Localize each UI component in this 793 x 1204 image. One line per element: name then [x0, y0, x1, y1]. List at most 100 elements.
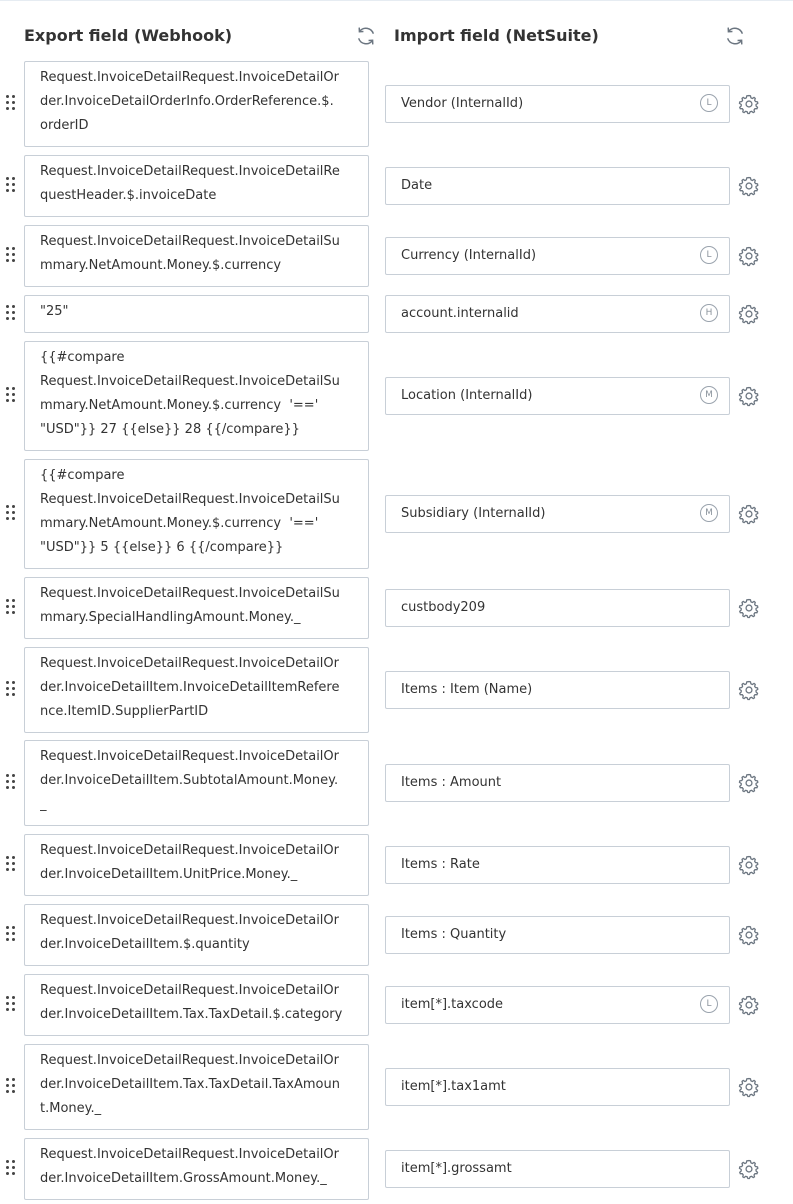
- export-field-line: der.InvoiceDetailItem.Tax.TaxDetail.TaxA…: [40, 1077, 340, 1092]
- import-field-input[interactable]: Items : Item (Name): [385, 671, 730, 709]
- export-field-line: Request.InvoiceDetailRequest.InvoiceDeta…: [40, 983, 339, 998]
- drag-handle-icon[interactable]: [6, 387, 18, 405]
- export-field-input[interactable]: {{#compare Request.InvoiceDetailRequest.I…: [24, 341, 369, 451]
- drag-handle-icon[interactable]: [6, 926, 18, 944]
- export-field-line: questHeader.$.invoiceDate: [40, 188, 217, 203]
- mapping-type-badge: M: [700, 386, 718, 404]
- drag-handle-icon[interactable]: [6, 247, 18, 265]
- import-field-value: Currency (InternalId): [401, 248, 537, 263]
- import-field-value: Items : Amount: [401, 775, 502, 790]
- export-field-input[interactable]: {{#compare Request.InvoiceDetailRequest.I…: [24, 459, 369, 569]
- export-field-line: Request.InvoiceDetailRequest.InvoiceDeta…: [40, 374, 340, 389]
- drag-handle-icon[interactable]: [6, 774, 18, 792]
- gear-icon[interactable]: [738, 1158, 760, 1180]
- export-field-input[interactable]: Request.InvoiceDetailRequest.InvoiceDeta…: [24, 904, 369, 966]
- gear-icon[interactable]: [738, 994, 760, 1016]
- export-field-header: Export field (Webhook): [24, 26, 233, 45]
- export-field-line: nce.ItemID.SupplierPartID: [40, 704, 209, 719]
- export-field-line: Request.InvoiceDetailRequest.InvoiceDeta…: [40, 843, 339, 858]
- import-field-input[interactable]: Vendor (InternalId) L: [385, 85, 730, 123]
- drag-handle-icon[interactable]: [6, 996, 18, 1014]
- top-divider: [0, 0, 793, 1]
- import-field-value: Date: [401, 178, 433, 193]
- gear-icon[interactable]: [738, 924, 760, 946]
- export-field-input[interactable]: Request.InvoiceDetailRequest.InvoiceDeta…: [24, 974, 369, 1036]
- import-field-value: Vendor (InternalId): [401, 96, 524, 111]
- export-field-line: Request.InvoiceDetailRequest.InvoiceDeta…: [40, 70, 339, 85]
- export-field-input[interactable]: Request.InvoiceDetailRequest.InvoiceDeta…: [24, 577, 369, 639]
- gear-icon[interactable]: [738, 597, 760, 619]
- drag-handle-icon[interactable]: [6, 305, 18, 323]
- export-field-input[interactable]: "25": [24, 295, 369, 333]
- import-field-input[interactable]: Items : Amount: [385, 764, 730, 802]
- export-field-line: Request.InvoiceDetailRequest.InvoiceDeta…: [40, 1147, 339, 1162]
- export-field-line: mmary.SpecialHandlingAmount.Money._: [40, 610, 301, 625]
- gear-icon[interactable]: [738, 772, 760, 794]
- gear-icon[interactable]: [738, 175, 760, 197]
- mapping-type-badge: H: [700, 304, 718, 322]
- export-field-input[interactable]: Request.InvoiceDetailRequest.InvoiceDeta…: [24, 1044, 369, 1130]
- export-field-line: der.InvoiceDetailOrderInfo.OrderReferenc…: [40, 94, 334, 109]
- export-field-line: der.InvoiceDetailItem.$.quantity: [40, 937, 250, 952]
- export-refresh-icon[interactable]: [355, 25, 377, 47]
- import-field-input[interactable]: item[*].taxcode L: [385, 986, 730, 1024]
- mapping-type-badge: L: [700, 94, 718, 112]
- export-field-line: mmary.NetAmount.Money.$.currency '==': [40, 398, 319, 413]
- drag-handle-icon[interactable]: [6, 1078, 18, 1096]
- import-field-value: Location (InternalId): [401, 388, 533, 403]
- drag-handle-icon[interactable]: [6, 681, 18, 699]
- export-field-line: t.Money._: [40, 1101, 102, 1116]
- export-field-line: Request.InvoiceDetailRequest.InvoiceDeta…: [40, 586, 340, 601]
- gear-icon[interactable]: [738, 1076, 760, 1098]
- import-field-input[interactable]: item[*].tax1amt: [385, 1068, 730, 1106]
- import-field-header: Import field (NetSuite): [394, 26, 599, 45]
- export-field-line: mmary.NetAmount.Money.$.currency: [40, 258, 282, 273]
- import-field-input[interactable]: account.internalid H: [385, 295, 730, 333]
- export-field-line: "USD"}} 5 {{else}} 6 {{/compare}}: [40, 540, 284, 555]
- import-field-input[interactable]: Currency (InternalId) L: [385, 237, 730, 275]
- export-field-input[interactable]: Request.InvoiceDetailRequest.InvoiceDeta…: [24, 647, 369, 733]
- import-field-input[interactable]: Items : Quantity: [385, 916, 730, 954]
- import-field-value: Subsidiary (InternalId): [401, 506, 546, 521]
- gear-icon[interactable]: [738, 854, 760, 876]
- drag-handle-icon[interactable]: [6, 1160, 18, 1178]
- import-refresh-icon[interactable]: [724, 25, 746, 47]
- gear-icon[interactable]: [738, 503, 760, 525]
- import-field-input[interactable]: Subsidiary (InternalId) M: [385, 495, 730, 533]
- export-field-line: Request.InvoiceDetailRequest.InvoiceDeta…: [40, 492, 340, 507]
- import-field-input[interactable]: Items : Rate: [385, 846, 730, 884]
- export-field-line: {{#compare: [40, 468, 125, 483]
- import-field-input[interactable]: Date: [385, 167, 730, 205]
- gear-icon[interactable]: [738, 385, 760, 407]
- drag-handle-icon[interactable]: [6, 177, 18, 195]
- export-field-input[interactable]: Request.InvoiceDetailRequest.InvoiceDeta…: [24, 740, 369, 826]
- export-field-line: orderID: [40, 118, 89, 133]
- mapping-type-badge: L: [700, 246, 718, 264]
- export-field-line: Request.InvoiceDetailRequest.InvoiceDeta…: [40, 1053, 339, 1068]
- export-field-line: der.InvoiceDetailItem.InvoiceDetailItemR…: [40, 680, 340, 695]
- import-field-value: item[*].taxcode: [401, 997, 504, 1012]
- import-field-input[interactable]: Location (InternalId) M: [385, 377, 730, 415]
- drag-handle-icon[interactable]: [6, 95, 18, 113]
- import-field-value: Items : Quantity: [401, 927, 507, 942]
- gear-icon[interactable]: [738, 245, 760, 267]
- import-field-value: Items : Item (Name): [401, 682, 533, 697]
- drag-handle-icon[interactable]: [6, 599, 18, 617]
- export-field-input[interactable]: Request.InvoiceDetailRequest.InvoiceDeta…: [24, 225, 369, 287]
- mapping-type-badge: L: [700, 995, 718, 1013]
- gear-icon[interactable]: [738, 93, 760, 115]
- drag-handle-icon[interactable]: [6, 856, 18, 874]
- import-field-input[interactable]: item[*].grossamt: [385, 1150, 730, 1188]
- export-field-input[interactable]: Request.InvoiceDetailRequest.InvoiceDeta…: [24, 61, 369, 147]
- import-field-input[interactable]: custbody209: [385, 589, 730, 627]
- drag-handle-icon[interactable]: [6, 505, 18, 523]
- gear-icon[interactable]: [738, 303, 760, 325]
- export-field-line: Request.InvoiceDetailRequest.InvoiceDeta…: [40, 656, 339, 671]
- gear-icon[interactable]: [738, 679, 760, 701]
- export-field-input[interactable]: Request.InvoiceDetailRequest.InvoiceDeta…: [24, 155, 369, 217]
- export-field-input[interactable]: Request.InvoiceDetailRequest.InvoiceDeta…: [24, 834, 369, 896]
- import-field-value: item[*].grossamt: [401, 1161, 512, 1176]
- import-field-value: Items : Rate: [401, 857, 480, 872]
- export-field-line: Request.InvoiceDetailRequest.InvoiceDeta…: [40, 913, 339, 928]
- export-field-input[interactable]: Request.InvoiceDetailRequest.InvoiceDeta…: [24, 1138, 369, 1200]
